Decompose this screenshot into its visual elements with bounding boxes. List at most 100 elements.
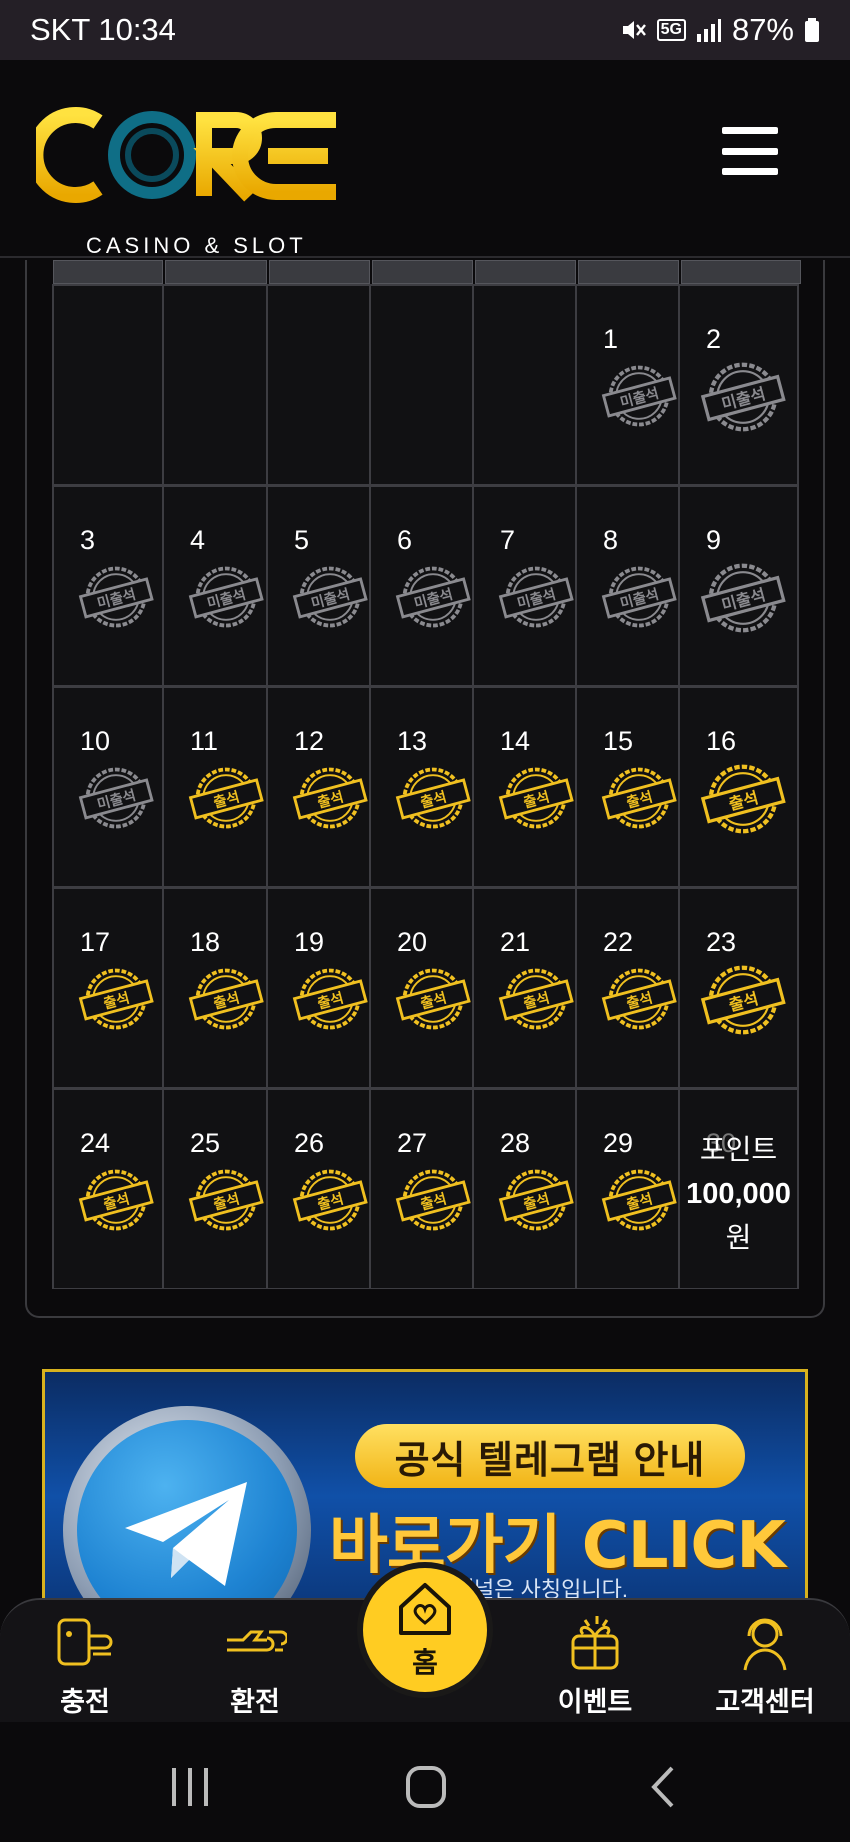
day-number: 11 xyxy=(190,726,219,756)
calendar-day-cell xyxy=(164,286,266,484)
menu-bar-icon xyxy=(722,127,778,134)
attended-stamp-icon: 출석 xyxy=(395,968,471,1030)
absent-stamp-icon: 미출석 xyxy=(292,566,368,628)
absent-stamp-icon: 미출석 xyxy=(395,566,471,628)
calendar-day-cell xyxy=(54,286,162,484)
day-number: 9 xyxy=(706,525,722,555)
day-number: 19 xyxy=(294,927,325,957)
reward-unit: 원 xyxy=(725,1222,752,1253)
day-number: 17 xyxy=(80,927,111,957)
hamburger-menu-button[interactable] xyxy=(722,127,778,175)
absent-stamp-icon: 미출석 xyxy=(601,566,677,628)
back-button[interactable] xyxy=(636,1762,696,1812)
nav-withdraw-button[interactable]: 환전 xyxy=(190,1610,320,1720)
absent-stamp-icon: 미출석 xyxy=(700,362,786,432)
calendar-day-cell: 17 출석 xyxy=(54,889,162,1087)
calendar-day-cell: 15 출석 xyxy=(577,688,678,886)
status-bar: SKT 10:34 5G 87% xyxy=(0,0,850,60)
attended-stamp-icon: 출석 xyxy=(498,767,574,829)
calendar-day-cell: 14 출석 xyxy=(474,688,575,886)
calendar-day-cell: 16 출석 xyxy=(680,688,797,886)
day-number: 2 xyxy=(706,324,722,354)
battery-percent: 87% xyxy=(731,12,794,47)
day-number: 27 xyxy=(397,1128,428,1158)
attended-stamp-icon: 출석 xyxy=(395,767,471,829)
calendar-day-cell: 25 출석 xyxy=(164,1090,266,1288)
attended-stamp-icon: 출석 xyxy=(601,1169,677,1231)
nav-home-button[interactable]: 홈 xyxy=(357,1562,493,1698)
calendar-day-cell: 28 출석 xyxy=(474,1090,575,1288)
calendar-day-cell: 2 미출석 xyxy=(680,286,797,484)
absent-stamp-icon: 미출석 xyxy=(700,563,786,633)
banner-title-pill: 공식 텔레그램 안내 xyxy=(355,1424,745,1488)
menu-bar-icon xyxy=(722,147,778,155)
network-label: 5G xyxy=(656,19,686,41)
calendar-day-cell: 24 출석 xyxy=(54,1090,162,1288)
day-number: 5 xyxy=(294,525,310,555)
reward-type: 포인트 xyxy=(699,1134,778,1165)
day-number: 18 xyxy=(190,927,221,957)
day-number: 23 xyxy=(706,927,737,957)
day-number: 3 xyxy=(80,525,96,555)
calendar-day-cell: 11 출석 xyxy=(164,688,266,886)
attended-stamp-icon: 출석 xyxy=(292,968,368,1030)
nav-support-label: 고객센터 xyxy=(715,1687,815,1717)
attended-stamp-icon: 출석 xyxy=(498,968,574,1030)
weekday-header-cell xyxy=(372,260,473,284)
calendar-day-cell: 4 미출석 xyxy=(164,487,266,685)
calendar-day-cell: 10 미출석 xyxy=(54,688,162,886)
day-number: 26 xyxy=(294,1128,325,1158)
calendar-day-cell xyxy=(268,286,369,484)
calendar-day-cell: 19 출석 xyxy=(268,889,369,1087)
status-time: SKT 10:34 xyxy=(30,12,176,47)
deposit-icon xyxy=(57,1618,113,1666)
weekday-header-cell xyxy=(53,260,163,284)
attended-stamp-icon: 출석 xyxy=(395,1169,471,1231)
day-number: 12 xyxy=(294,726,325,756)
attended-stamp-icon: 출석 xyxy=(78,1169,154,1231)
calendar-day-cell xyxy=(474,286,575,484)
calendar-day-cell: 12 출석 xyxy=(268,688,369,886)
calendar-day-cell: 26 출석 xyxy=(268,1090,369,1288)
day-number: 24 xyxy=(80,1128,111,1158)
attended-stamp-icon: 출석 xyxy=(188,767,264,829)
day-number: 13 xyxy=(397,726,428,756)
home-square-icon xyxy=(406,1766,446,1808)
calendar-day-cell: 3 미출석 xyxy=(54,487,162,685)
attended-stamp-icon: 출석 xyxy=(700,764,786,834)
core-logo[interactable]: CASINO & SLOT xyxy=(36,100,346,280)
attended-stamp-icon: 출석 xyxy=(292,1169,368,1231)
weekday-header-cell xyxy=(681,260,801,284)
support-icon xyxy=(743,1618,787,1671)
attended-stamp-icon: 출석 xyxy=(601,767,677,829)
back-chevron-icon xyxy=(651,1766,674,1808)
weekday-header-cell xyxy=(578,260,679,284)
recent-apps-button[interactable] xyxy=(160,1762,220,1812)
weekday-header-cell xyxy=(165,260,267,284)
nav-deposit-button[interactable]: 충전 xyxy=(20,1610,150,1720)
day-number: 10 xyxy=(80,726,111,756)
system-navigation-bar xyxy=(0,1722,850,1842)
calendar-day-cell: 9 미출석 xyxy=(680,487,797,685)
logo-graphic xyxy=(36,107,336,203)
attended-stamp-icon: 출석 xyxy=(292,767,368,829)
nav-withdraw-label: 환전 xyxy=(230,1687,280,1717)
attended-stamp-icon: 출석 xyxy=(700,965,786,1035)
telegram-icon xyxy=(77,1420,297,1598)
mute-icon xyxy=(622,21,646,39)
nav-event-button[interactable]: 이벤트 xyxy=(530,1610,660,1720)
nav-event-label: 이벤트 xyxy=(557,1687,633,1717)
home-system-button[interactable] xyxy=(396,1762,456,1812)
attended-stamp-icon: 출석 xyxy=(188,968,264,1030)
absent-stamp-icon: 미출석 xyxy=(78,767,154,829)
signal-icon xyxy=(696,19,721,42)
day-number: 25 xyxy=(190,1128,221,1158)
absent-stamp-icon: 미출석 xyxy=(498,566,574,628)
day-number: 15 xyxy=(603,726,634,756)
calendar-day-cell: 8 미출석 xyxy=(577,487,678,685)
calendar-day-cell: 23 출석 xyxy=(680,889,797,1087)
calendar-day-cell: 30 포인트 100,000 원 xyxy=(680,1090,797,1288)
calendar-day-cell xyxy=(371,286,472,484)
reward-label: 포인트 100,000 원 xyxy=(680,1128,797,1260)
nav-support-button[interactable]: 고객센터 xyxy=(700,1610,830,1720)
